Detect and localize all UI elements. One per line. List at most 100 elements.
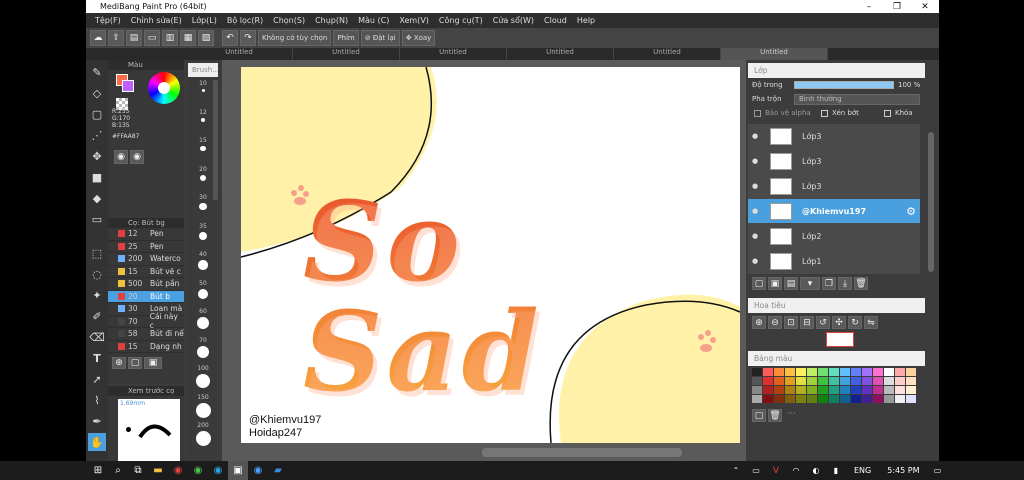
palette-color-swatch[interactable] bbox=[895, 368, 905, 376]
blend-select[interactable]: Bình thường bbox=[794, 93, 920, 105]
layer-row[interactable]: ● Lớp3 bbox=[748, 149, 920, 174]
brush-menu-icon[interactable]: ▣ bbox=[144, 357, 162, 369]
protect-alpha-checkbox[interactable] bbox=[754, 109, 761, 117]
palette-color-swatch[interactable] bbox=[785, 386, 795, 394]
layer-row[interactable]: ● Lớp3 bbox=[748, 174, 920, 199]
brush-add-icon[interactable]: ⊕ bbox=[112, 357, 126, 369]
brush-tool-icon[interactable]: ✎ bbox=[88, 63, 106, 81]
palette-color-swatch[interactable] bbox=[851, 377, 861, 385]
share-icon[interactable]: ⇪ bbox=[108, 30, 124, 46]
wifi-icon[interactable]: ◠ bbox=[786, 461, 806, 480]
zoom-in-icon[interactable]: ⊕ bbox=[752, 316, 766, 329]
brush-item[interactable]: 20 Bút b bbox=[108, 290, 184, 303]
palette-color-swatch[interactable] bbox=[895, 377, 905, 385]
menu-select[interactable]: Chọn(S) bbox=[268, 16, 310, 25]
opacity-slider[interactable] bbox=[794, 81, 894, 89]
palette-color-swatch[interactable] bbox=[840, 386, 850, 394]
palette-color-swatch[interactable] bbox=[862, 377, 872, 385]
cloud-icon[interactable]: ☁ bbox=[90, 30, 106, 46]
palette-color-swatch[interactable] bbox=[774, 386, 784, 394]
palette-color-swatch[interactable] bbox=[763, 395, 773, 403]
palette-more-icon[interactable]: ··· bbox=[784, 409, 796, 422]
layer-row[interactable]: ● Lớp3 bbox=[748, 124, 920, 149]
tab-untitled-1[interactable]: Untitled bbox=[186, 48, 293, 60]
palette-color-swatch[interactable] bbox=[840, 368, 850, 376]
menu-cloud[interactable]: Cloud bbox=[539, 16, 572, 25]
brush-item[interactable]: 12 Pen bbox=[108, 228, 184, 241]
bucket-tool-icon[interactable]: ◆ bbox=[88, 189, 106, 207]
palette-color-swatch[interactable] bbox=[807, 395, 817, 403]
magic-wand-icon[interactable]: ✦ bbox=[88, 286, 106, 304]
palette-color-swatch[interactable] bbox=[807, 386, 817, 394]
gradient-tool-icon[interactable]: ▭ bbox=[88, 210, 106, 228]
palette-color-swatch[interactable] bbox=[873, 395, 883, 403]
palette-color-swatch[interactable] bbox=[884, 368, 894, 376]
palette-color-swatch[interactable] bbox=[862, 386, 872, 394]
palette-color-swatch[interactable] bbox=[774, 395, 784, 403]
tab-untitled-2[interactable]: Untitled bbox=[293, 48, 400, 60]
menu-help[interactable]: Help bbox=[572, 16, 600, 25]
delete-color-icon[interactable]: 🗑 bbox=[768, 409, 782, 422]
palette-color-swatch[interactable] bbox=[785, 395, 795, 403]
palette-color-swatch[interactable] bbox=[829, 395, 839, 403]
brush-size-option[interactable]: 60 bbox=[186, 308, 220, 337]
flip-icon[interactable]: ⇋ bbox=[864, 316, 878, 329]
palette-color-swatch[interactable] bbox=[829, 368, 839, 376]
rotate-left-icon[interactable]: ↺ bbox=[816, 316, 830, 329]
palette-color-swatch[interactable] bbox=[851, 395, 861, 403]
palette-color-swatch[interactable] bbox=[884, 395, 894, 403]
size-scrollbar[interactable] bbox=[213, 80, 218, 200]
menu-snap[interactable]: Chụp(N) bbox=[310, 16, 353, 25]
move-tool-icon[interactable]: ✥ bbox=[88, 147, 106, 165]
palette-color-swatch[interactable] bbox=[873, 368, 883, 376]
close-button[interactable]: ✕ bbox=[911, 2, 939, 12]
menu-edit[interactable]: Chỉnh sửa(E) bbox=[126, 16, 187, 25]
palette-color-swatch[interactable] bbox=[851, 368, 861, 376]
minimize-button[interactable]: – bbox=[855, 2, 883, 12]
rotate-right-icon[interactable]: ↻ bbox=[848, 316, 862, 329]
fill-rect-tool-icon[interactable]: ■ bbox=[88, 168, 106, 186]
menu-layer[interactable]: Lớp(L) bbox=[187, 16, 222, 25]
palette-color-swatch[interactable] bbox=[763, 386, 773, 394]
visibility-icon[interactable]: ● bbox=[748, 207, 762, 215]
palette-color-swatch[interactable] bbox=[752, 377, 762, 385]
medibang-taskbar-icon[interactable]: ▣ bbox=[228, 461, 248, 480]
page-icon[interactable]: ▥ bbox=[162, 30, 178, 46]
brush-item[interactable]: 25 Pen bbox=[108, 241, 184, 253]
layer-row[interactable]: ● Lớp1 bbox=[748, 249, 920, 274]
background-color-swatch[interactable] bbox=[122, 80, 134, 92]
reset-button[interactable]: ⊘ Đặt lại bbox=[360, 30, 400, 46]
new-8bit-layer-icon[interactable]: ▤ bbox=[784, 277, 798, 290]
palette-edit-icon[interactable]: ◉ bbox=[130, 150, 144, 164]
menu-color[interactable]: Màu (C) bbox=[353, 16, 394, 25]
new-file-icon[interactable]: ▤ bbox=[126, 30, 142, 46]
fit-icon[interactable]: ⊡ bbox=[784, 316, 798, 329]
add-layer-menu-icon[interactable]: ▾ bbox=[800, 277, 820, 290]
eraser-tool-icon[interactable]: ◇ bbox=[88, 84, 106, 102]
palette-color-swatch[interactable] bbox=[818, 386, 828, 394]
palette-color-swatch[interactable] bbox=[840, 395, 850, 403]
new-layer-icon[interactable]: ▢ bbox=[752, 277, 766, 290]
photos-icon[interactable]: ▰ bbox=[268, 461, 288, 480]
palette-color-swatch[interactable] bbox=[895, 386, 905, 394]
layer-row[interactable]: ● Lớp2 bbox=[748, 224, 920, 249]
palette-color-swatch[interactable] bbox=[796, 386, 806, 394]
visibility-icon[interactable]: ● bbox=[748, 157, 762, 165]
volume-icon[interactable]: ◐ bbox=[806, 461, 826, 480]
eyedropper-tool-icon[interactable]: ⌇ bbox=[88, 391, 106, 409]
dot-tool-icon[interactable]: ⋰ bbox=[88, 126, 106, 144]
palette-color-swatch[interactable] bbox=[818, 368, 828, 376]
layer-settings-icon[interactable]: ⚙ bbox=[906, 205, 916, 218]
palette-color-swatch[interactable] bbox=[752, 386, 762, 394]
palette-color-swatch[interactable] bbox=[807, 368, 817, 376]
brush-item[interactable]: 70 Cái này c bbox=[108, 312, 184, 330]
palette-color-swatch[interactable] bbox=[895, 395, 905, 403]
palette-color-swatch[interactable] bbox=[884, 386, 894, 394]
palette-color-swatch[interactable] bbox=[862, 368, 872, 376]
comment-icon[interactable]: ▭ bbox=[144, 30, 160, 46]
tray-app-icon[interactable]: ▭ bbox=[746, 461, 766, 480]
rotate-button[interactable]: ✥ Xoay bbox=[401, 30, 436, 46]
language-indicator[interactable]: ENG bbox=[854, 466, 871, 475]
file-explorer-icon[interactable]: ▬ bbox=[148, 461, 168, 480]
brush-item[interactable]: 200 Waterco bbox=[108, 253, 184, 266]
